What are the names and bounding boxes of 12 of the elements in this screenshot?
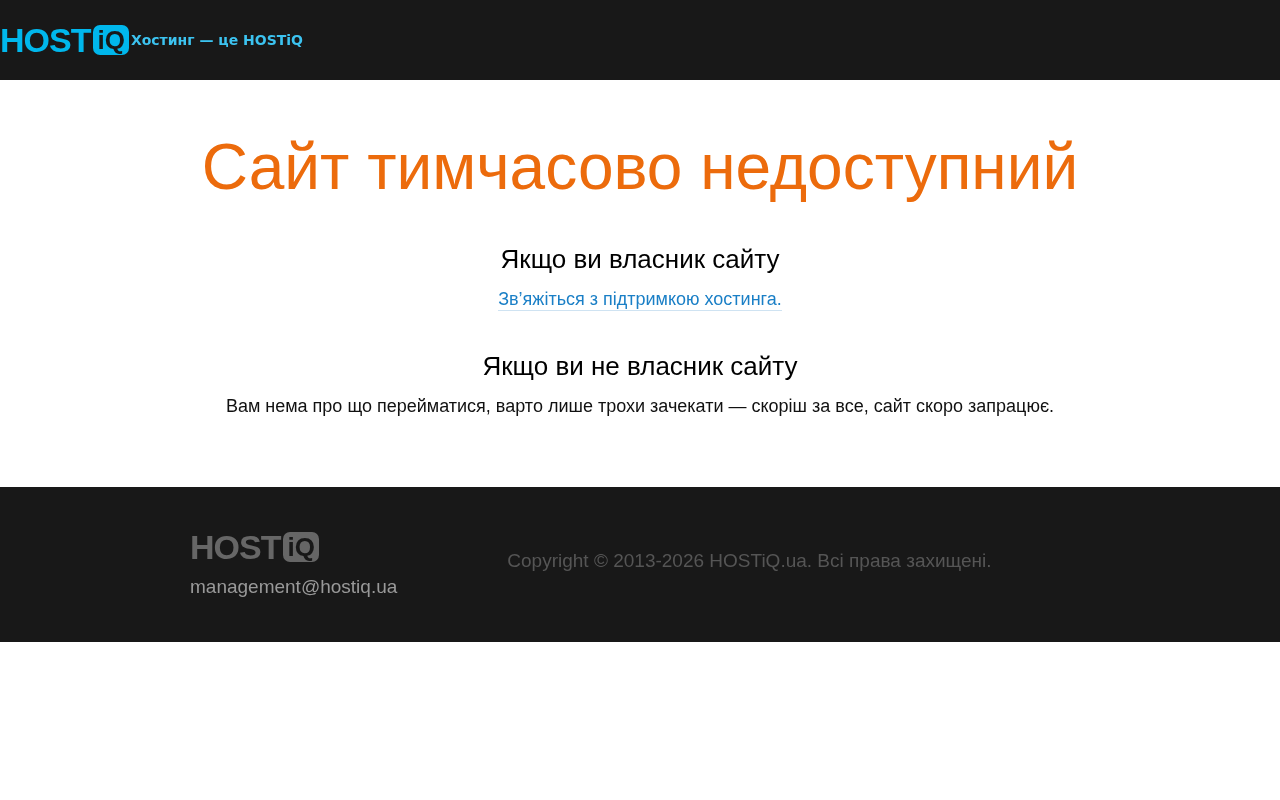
page-title: Сайт тимчасово недоступний bbox=[201, 130, 1079, 204]
logo-badge: iQ bbox=[93, 25, 129, 55]
support-link[interactable]: Зв’яжіться з підтримкою хостинга. bbox=[498, 289, 782, 311]
logo-word: HOST bbox=[190, 530, 281, 564]
section-heading: Якщо ви власник сайту bbox=[500, 244, 780, 275]
message-text: Вам нема про що перейматися, варто лише трохи зачекати — скоріш за все, сайт скоро запрацює. bbox=[225, 396, 1055, 417]
tagline: Хостинг — це HOSTiQ bbox=[130, 32, 303, 48]
copyright-text: Copyright © 2013-2026 HOSTiQ.ua. Всі права захищені. bbox=[507, 550, 992, 572]
logo-word: HOST bbox=[0, 23, 91, 57]
logo-badge: iQ bbox=[283, 532, 319, 562]
section-heading: Якщо ви не власник сайту bbox=[482, 351, 798, 382]
email-text: management@hostiq.ua bbox=[190, 576, 398, 598]
